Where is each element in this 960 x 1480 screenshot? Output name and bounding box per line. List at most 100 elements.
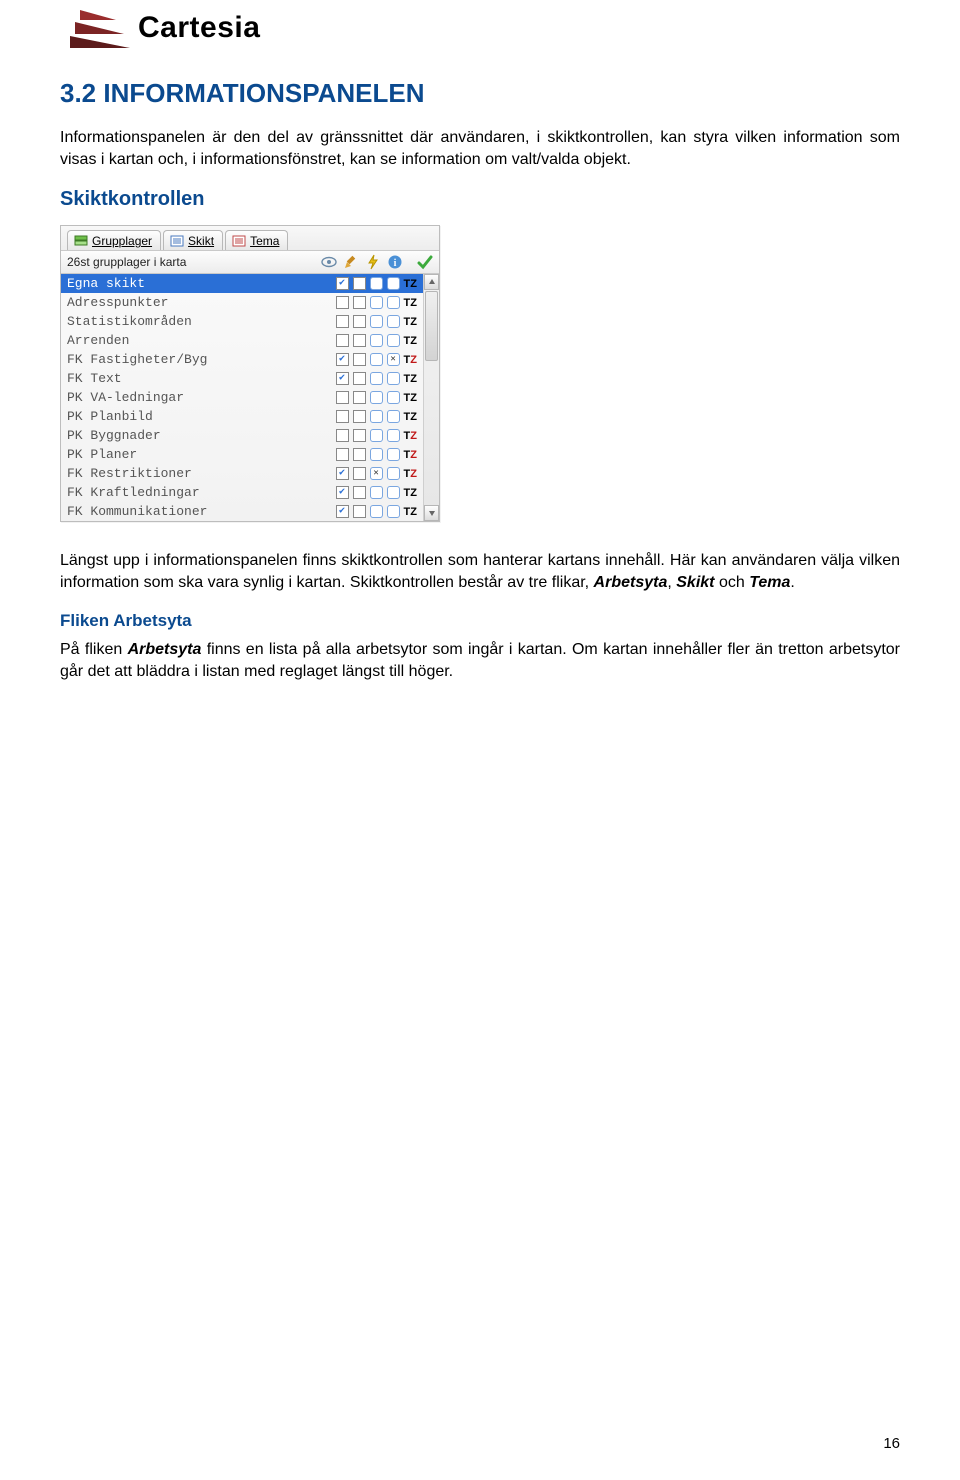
panel-toolbar: 26st grupplager i karta i: [61, 251, 439, 274]
layer-checkbox[interactable]: [353, 448, 366, 461]
tz-indicator: TZ: [404, 430, 417, 442]
pencil-icon[interactable]: [343, 254, 359, 270]
layer-checkbox[interactable]: [353, 296, 366, 309]
tab-tema[interactable]: Tema: [225, 230, 288, 250]
layer-checkbox[interactable]: [353, 410, 366, 423]
layer-checkbox[interactable]: [353, 391, 366, 404]
logo: Cartesia: [60, 0, 900, 48]
layer-checkbox[interactable]: [387, 467, 400, 480]
layer-checkbox[interactable]: [370, 334, 383, 347]
layer-control-panel: Grupplager Skikt Tema 26st grupplager i …: [60, 225, 440, 522]
layer-checkbox[interactable]: [370, 277, 383, 290]
layer-checkbox[interactable]: [370, 486, 383, 499]
list-red-icon: [232, 235, 246, 247]
layer-checkbox[interactable]: [336, 486, 349, 499]
layer-checkbox[interactable]: [370, 429, 383, 442]
layer-checkbox[interactable]: [387, 296, 400, 309]
checkmark-icon[interactable]: [417, 254, 433, 270]
scroll-up-button[interactable]: [424, 274, 439, 290]
scroll-thumb[interactable]: [425, 291, 438, 361]
layer-name: FK Kommunikationer: [67, 504, 332, 519]
layer-row[interactable]: Egna skiktTZ: [61, 274, 423, 293]
layer-row[interactable]: FK Fastigheter/BygTZ: [61, 350, 423, 369]
lightning-icon[interactable]: [365, 254, 381, 270]
layer-name: PK Planer: [67, 447, 332, 462]
layer-checkbox[interactable]: [353, 467, 366, 480]
tz-indicator: TZ: [404, 487, 417, 499]
layer-checkbox[interactable]: [370, 372, 383, 385]
layer-checkbox[interactable]: [387, 505, 400, 518]
tab-grupplager[interactable]: Grupplager: [67, 230, 161, 250]
layer-row[interactable]: StatistikområdenTZ: [61, 312, 423, 331]
layer-checkbox[interactable]: [336, 467, 349, 480]
layer-row[interactable]: FK RestriktionerTZ: [61, 464, 423, 483]
layer-count-text: 26st grupplager i karta: [67, 255, 186, 269]
layer-checkbox[interactable]: [387, 391, 400, 404]
layer-checkbox[interactable]: [370, 391, 383, 404]
layer-checkbox[interactable]: [353, 372, 366, 385]
page-number: 16: [883, 1435, 900, 1452]
tz-indicator: TZ: [404, 506, 417, 518]
layer-checkbox[interactable]: [370, 353, 383, 366]
layer-checkbox[interactable]: [370, 505, 383, 518]
layer-checkbox[interactable]: [370, 410, 383, 423]
layer-checkbox[interactable]: [387, 448, 400, 461]
layer-checkbox[interactable]: [336, 448, 349, 461]
layer-checkbox[interactable]: [353, 334, 366, 347]
layer-row[interactable]: Adresspunkter TZ: [61, 293, 423, 312]
layer-checkbox[interactable]: [336, 277, 349, 290]
logo-text: Cartesia: [138, 11, 260, 45]
layer-checkbox[interactable]: [387, 429, 400, 442]
tz-indicator: TZ: [404, 373, 417, 385]
layer-name: Egna skikt: [67, 276, 332, 291]
layer-name: PK VA-ledningar: [67, 390, 332, 405]
layer-checkbox[interactable]: [336, 505, 349, 518]
layer-checkbox[interactable]: [387, 353, 400, 366]
layer-checkbox[interactable]: [336, 391, 349, 404]
layer-checkbox[interactable]: [353, 315, 366, 328]
layer-row[interactable]: ArrendenTZ: [61, 331, 423, 350]
layer-checkbox[interactable]: [336, 315, 349, 328]
layer-checkbox[interactable]: [370, 296, 383, 309]
layer-checkbox[interactable]: [370, 467, 383, 480]
layer-checkbox[interactable]: [353, 486, 366, 499]
layer-checkbox[interactable]: [370, 448, 383, 461]
scrollbar[interactable]: [423, 274, 439, 521]
layer-checkbox[interactable]: [336, 353, 349, 366]
layer-row[interactable]: PK PlanbildTZ: [61, 407, 423, 426]
layer-row[interactable]: FK KraftledningarTZ: [61, 483, 423, 502]
layer-name: Adresspunkter: [67, 295, 332, 310]
layer-checkbox[interactable]: [353, 353, 366, 366]
layer-checkbox[interactable]: [336, 410, 349, 423]
layer-checkbox[interactable]: [387, 372, 400, 385]
tz-indicator: TZ: [404, 468, 417, 480]
layer-checkbox[interactable]: [336, 296, 349, 309]
info-icon[interactable]: i: [387, 254, 403, 270]
layer-checkbox[interactable]: [387, 410, 400, 423]
layer-checkbox[interactable]: [353, 505, 366, 518]
layer-checkbox[interactable]: [353, 277, 366, 290]
eye-icon[interactable]: [321, 254, 337, 270]
layer-checkbox[interactable]: [387, 486, 400, 499]
layer-checkbox[interactable]: [336, 334, 349, 347]
layer-checkbox[interactable]: [370, 315, 383, 328]
tab-skikt[interactable]: Skikt: [163, 230, 223, 250]
tz-indicator: TZ: [404, 297, 417, 309]
tab-label: Grupplager: [92, 234, 152, 248]
layer-checkbox[interactable]: [353, 429, 366, 442]
layer-checkbox[interactable]: [387, 334, 400, 347]
layer-row[interactable]: PK PlanerTZ: [61, 445, 423, 464]
layer-checkbox[interactable]: [387, 277, 400, 290]
layer-row[interactable]: FK TextTZ: [61, 369, 423, 388]
layer-checkbox[interactable]: [336, 429, 349, 442]
tz-indicator: TZ: [404, 411, 417, 423]
intro-paragraph: Informationspanelen är den del av gränss…: [60, 127, 900, 170]
scroll-down-button[interactable]: [424, 505, 439, 521]
layer-row[interactable]: PK VA-ledningarTZ: [61, 388, 423, 407]
layer-checkbox[interactable]: [387, 315, 400, 328]
layer-row[interactable]: FK Kommunikationer TZ: [61, 502, 423, 521]
subheading-skiktkontrollen: Skiktkontrollen: [60, 188, 900, 211]
list-blue-icon: [170, 235, 184, 247]
layer-checkbox[interactable]: [336, 372, 349, 385]
layer-row[interactable]: PK ByggnaderTZ: [61, 426, 423, 445]
